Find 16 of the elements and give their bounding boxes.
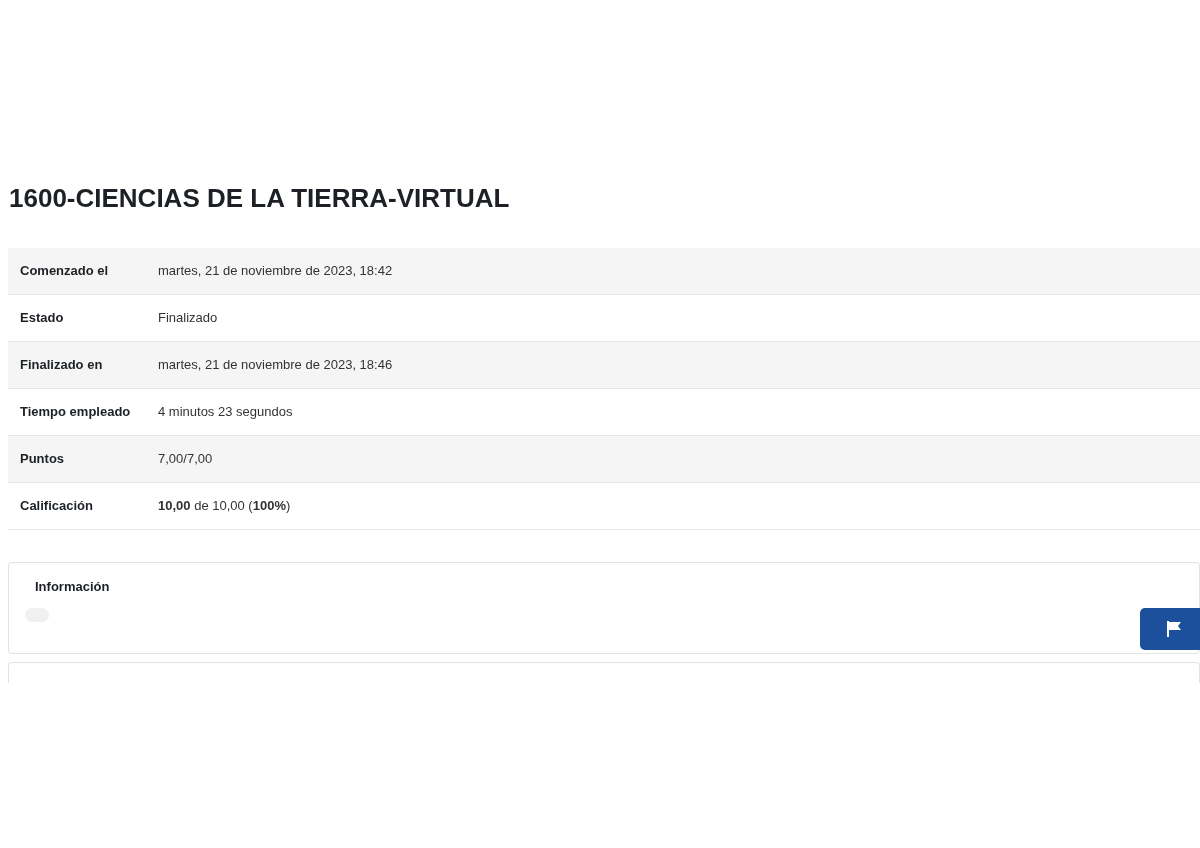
row-label: Tiempo empleado [8, 388, 158, 436]
row-label: Comenzado el [8, 248, 158, 295]
row-value: 10,00 de 10,00 (100%) [158, 482, 1200, 530]
row-label: Puntos [8, 435, 158, 483]
flag-icon [1165, 620, 1183, 638]
row-label: Finalizado en [8, 341, 158, 389]
card-title: Información [35, 579, 111, 594]
row-label: Calificación [8, 482, 158, 530]
row-value: 4 minutos 23 segundos [158, 388, 1200, 436]
flag-button[interactable] [1140, 608, 1200, 650]
row-value: martes, 21 de noviembre de 2023, 18:42 [158, 248, 1200, 295]
row-value: 7,00/7,00 [158, 435, 1200, 483]
row-value: Finalizado [158, 294, 1200, 342]
row-value: martes, 21 de noviembre de 2023, 18:46 [158, 341, 1200, 389]
row-label: Estado [8, 294, 158, 342]
page-title: 1600-CIENCIAS DE LA TIERRA-VIRTUAL [9, 182, 511, 215]
